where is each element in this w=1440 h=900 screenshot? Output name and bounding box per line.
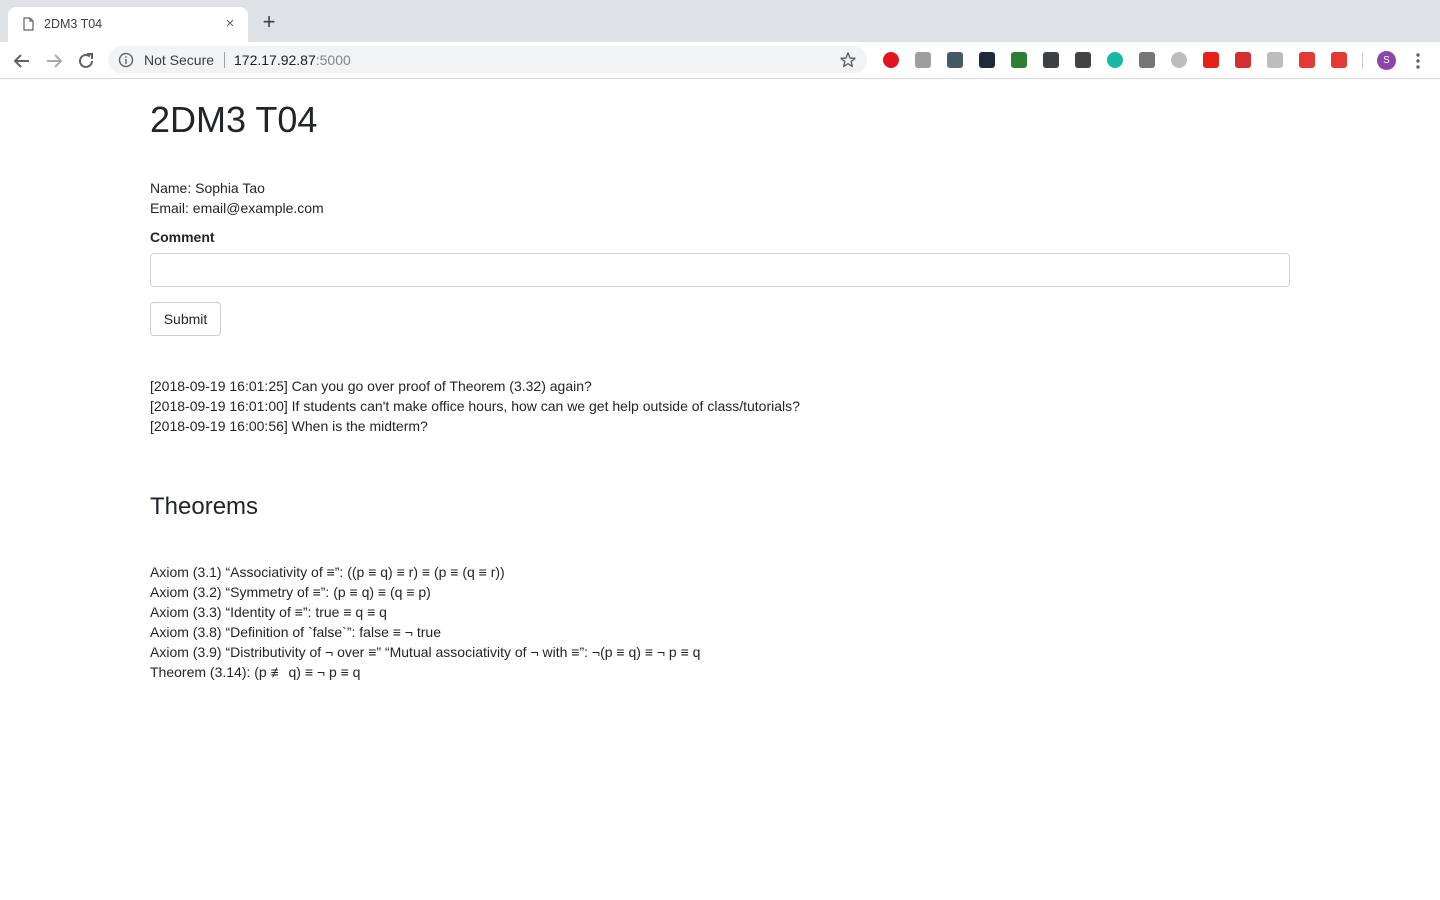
name-line: Name: Sophia Tao [150, 180, 265, 196]
theorem-item: Axiom (3.8) “Definition of `false`”: fal… [150, 624, 441, 640]
toolbar-separator [1362, 53, 1363, 69]
url-host: 172.17.92.87 [234, 52, 316, 68]
new-tab-button[interactable]: + [259, 11, 279, 33]
comment-item: [2018-09-19 16:01:00] If students can't … [150, 398, 800, 414]
email-line: Email: email@example.com [150, 200, 324, 216]
info-icon[interactable] [118, 52, 134, 68]
comment-item: [2018-09-19 16:01:25] Can you go over pr… [150, 378, 592, 394]
back-icon[interactable] [10, 49, 34, 73]
theorem-item: Axiom (3.1) “Associativity of ≡”: ((p ≡ … [150, 564, 505, 580]
w-icon[interactable] [1075, 52, 1091, 68]
theorem-item: Axiom (3.3) “Identity of ≡”: true ≡ q ≡ … [150, 604, 387, 620]
tab-strip: 2DM3 T04 × + [0, 0, 1440, 42]
theorem-item: Axiom (3.2) “Symmetry of ≡”: (p ≡ q) ≡ (… [150, 584, 431, 600]
address-bar[interactable]: Not Secure 172.17.92.87:5000 [108, 46, 867, 74]
url-text[interactable]: 172.17.92.87:5000 [234, 52, 351, 68]
tab-close-icon[interactable]: × [222, 16, 238, 32]
theorem-list: Axiom (3.1) “Associativity of ≡”: ((p ≡ … [150, 562, 700, 682]
m-icon[interactable] [1107, 52, 1123, 68]
eyedropper-icon[interactable] [947, 52, 963, 68]
opera-icon[interactable] [883, 52, 899, 68]
radiation-icon[interactable] [1043, 52, 1059, 68]
dots-icon[interactable] [1299, 52, 1315, 68]
youtube-icon[interactable] [1203, 52, 1219, 68]
tab-title: 2DM3 T04 [44, 17, 103, 31]
forward-icon[interactable] [42, 49, 66, 73]
profile-avatar[interactable]: S [1377, 51, 1396, 70]
page-icon [23, 17, 34, 31]
reload-icon[interactable] [74, 49, 98, 73]
comment-label: Comment [150, 229, 215, 245]
theorems-heading: Theorems [150, 493, 259, 520]
bookmark-star-icon[interactable] [839, 51, 857, 69]
cors-icon[interactable] [1235, 52, 1251, 68]
url-port: :5000 [315, 52, 351, 68]
security-label[interactable]: Not Secure [144, 52, 214, 68]
browser-tab[interactable]: 2DM3 T04 × [8, 7, 248, 42]
theorem-item: Theorem (3.14): (p ≢ q) ≡ ¬ p ≡ q [150, 664, 361, 680]
submit-button[interactable]: Submit [150, 302, 221, 336]
theorem-item: Axiom (3.9) “Distributivity of ¬ over ≡”… [150, 644, 701, 660]
page-title: 2DM3 T04 [150, 99, 318, 140]
camera-icon[interactable] [1139, 52, 1155, 68]
fo-icon[interactable] [1171, 52, 1187, 68]
comment-list: [2018-09-19 16:01:25] Can you go over pr… [150, 376, 800, 436]
comment-input[interactable] [150, 253, 1290, 287]
arc-icon[interactable] [1011, 52, 1027, 68]
code-icon[interactable] [979, 52, 995, 68]
menu-icon[interactable] [1410, 51, 1426, 71]
bulb-icon[interactable] [1267, 52, 1283, 68]
ds-icon[interactable] [915, 52, 931, 68]
browser-toolbar: Not Secure 172.17.92.87:5000 S [0, 42, 1440, 79]
omnibox-separator [224, 52, 225, 68]
folder-icon[interactable] [1331, 52, 1347, 68]
comment-item: [2018-09-19 16:00:56] When is the midter… [150, 418, 428, 434]
